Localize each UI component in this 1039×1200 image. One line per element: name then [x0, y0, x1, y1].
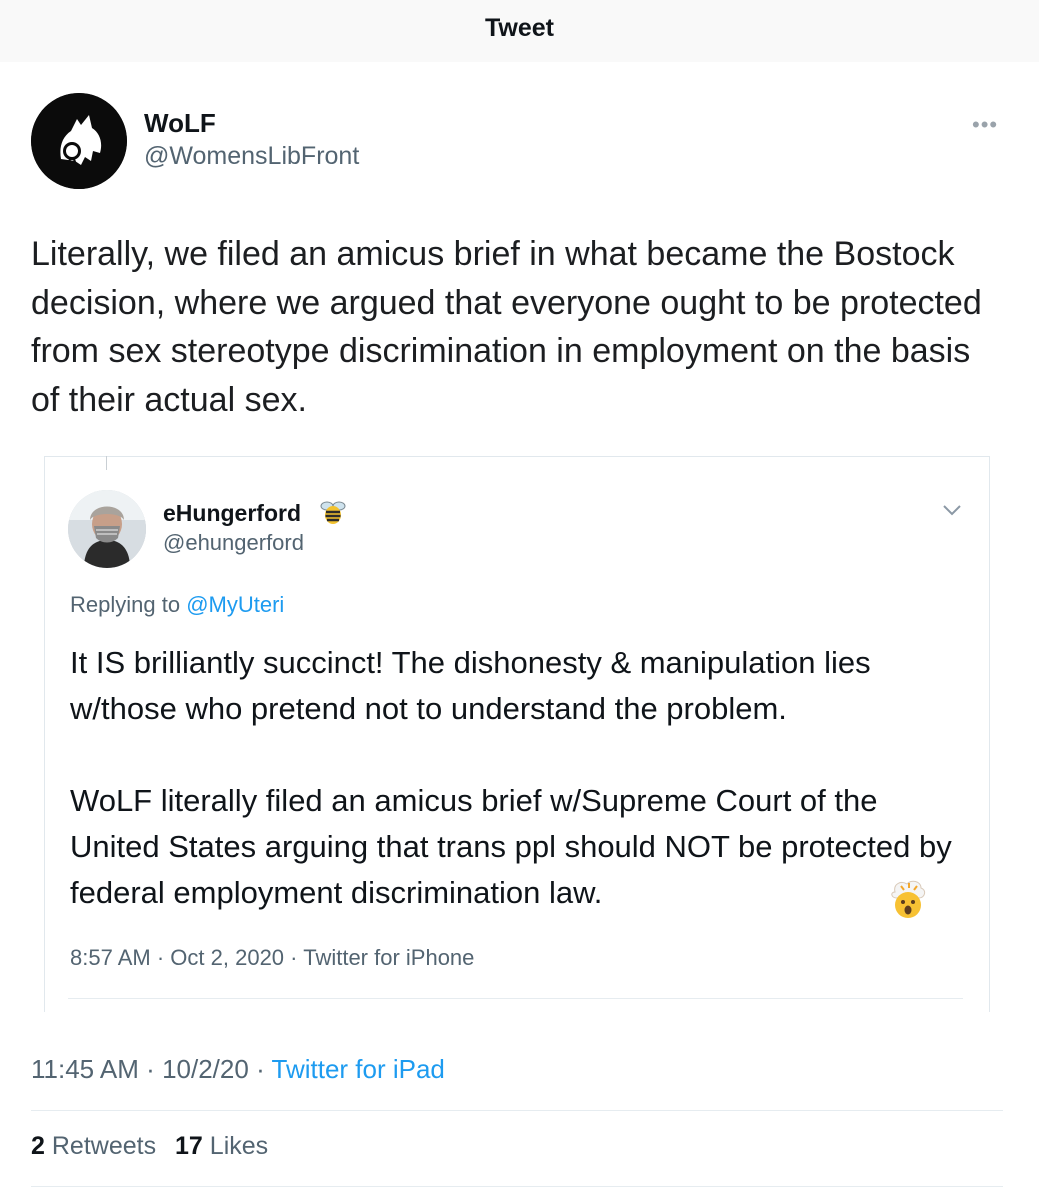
- like-label: Likes: [209, 1132, 269, 1160]
- bee-emoji-icon: [318, 497, 348, 532]
- quoted-author-name[interactable]: eHungerford: [163, 500, 301, 527]
- quoted-time: 8:57 AM: [70, 945, 151, 970]
- tweet-meta: 11:45 AM · 10/2/20 · Twitter for iPad: [31, 1054, 445, 1085]
- quoted-date: Oct 2, 2020: [170, 945, 285, 970]
- tweet-time: 11:45 AM: [31, 1054, 139, 1084]
- retweet-count: 2: [31, 1132, 45, 1160]
- retweet-label: Retweets: [51, 1132, 157, 1160]
- meta-separator: ·: [146, 1054, 155, 1084]
- tweet-source-link[interactable]: Twitter for iPad: [272, 1054, 445, 1084]
- quoted-tweet-meta: 8:57 AM · Oct 2, 2020 · Twitter for iPho…: [70, 945, 474, 971]
- tweet-date: 10/2/20: [162, 1054, 249, 1084]
- more-options-icon[interactable]: •••: [972, 112, 998, 138]
- wolf-logo-icon: [31, 93, 127, 189]
- meta-separator: ·: [156, 945, 165, 970]
- thread-connector: [106, 456, 107, 470]
- divider: [31, 1110, 1003, 1111]
- likes-stat[interactable]: 17 Likes: [175, 1132, 268, 1160]
- author-avatar[interactable]: [31, 93, 127, 189]
- author-name[interactable]: WoLF: [144, 108, 216, 139]
- replying-to-label: Replying to: [70, 592, 181, 617]
- retweets-stat[interactable]: 2 Retweets: [31, 1132, 156, 1160]
- quoted-source: Twitter for iPhone: [303, 945, 475, 970]
- person-photo-icon: [68, 490, 146, 568]
- quoted-tweet-text: It IS brilliantly succinct! The dishones…: [70, 645, 952, 910]
- tweet-text: Literally, we filed an amicus brief in w…: [31, 235, 982, 419]
- quoted-divider: [68, 998, 963, 999]
- meta-separator: ·: [290, 945, 298, 970]
- top-bar: Tweet: [0, 0, 1039, 62]
- exploding-head-emoji-icon: [887, 878, 929, 925]
- author-handle[interactable]: @WomensLibFront: [144, 142, 359, 171]
- like-count: 17: [175, 1132, 203, 1160]
- chevron-down-icon[interactable]: [940, 500, 964, 525]
- quoted-author-avatar[interactable]: [68, 490, 146, 568]
- page-title: Tweet: [485, 14, 554, 42]
- engagement-stats: 2 Retweets 17 Likes: [31, 1132, 268, 1161]
- replying-to-line: Replying to @MyUteri: [70, 592, 284, 618]
- replying-to-mention[interactable]: @MyUteri: [186, 592, 284, 617]
- meta-separator: ·: [256, 1054, 265, 1084]
- quoted-author-handle[interactable]: @ehungerford: [163, 530, 304, 556]
- divider: [31, 1186, 1003, 1187]
